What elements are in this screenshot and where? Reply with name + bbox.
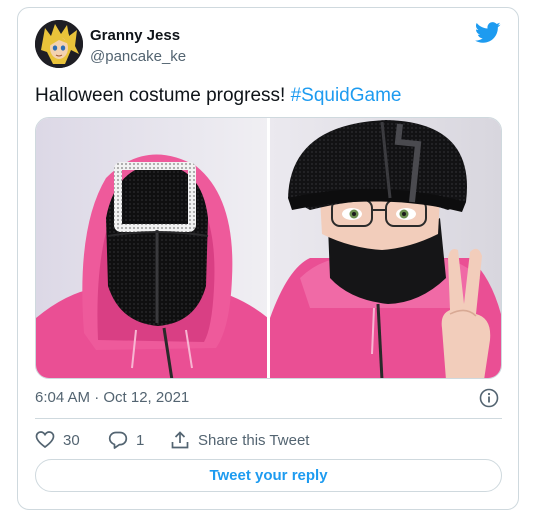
tweet-timestamp[interactable]: 6:04 AM · Oct 12, 2021 xyxy=(35,389,189,406)
photo-costume-wearer[interactable] xyxy=(269,118,501,378)
photo-masked-figure[interactable] xyxy=(36,118,267,378)
reply-button[interactable]: 1 xyxy=(108,429,144,451)
tweet-card: Granny Jess @pancake_ke Halloween costum… xyxy=(17,7,519,510)
twitter-bird-icon[interactable] xyxy=(475,22,501,44)
heart-icon xyxy=(35,431,55,449)
divider xyxy=(35,418,502,419)
info-icon[interactable] xyxy=(479,388,499,408)
reply-count: 1 xyxy=(136,431,145,449)
share-label: Share this Tweet xyxy=(198,431,310,449)
user-handle[interactable]: @pancake_ke xyxy=(90,48,186,65)
display-name[interactable]: Granny Jess xyxy=(90,27,180,44)
reply-icon xyxy=(108,431,128,449)
like-button[interactable]: 30 xyxy=(35,429,80,451)
hashtag-link[interactable]: #SquidGame xyxy=(291,85,402,106)
like-count: 30 xyxy=(63,431,80,449)
tweet-body: Halloween costume progress! xyxy=(35,85,291,106)
avatar[interactable] xyxy=(35,20,83,68)
tweet-text: Halloween costume progress! #SquidGame xyxy=(35,85,401,107)
tweet-media xyxy=(35,117,502,379)
tweet-your-reply-button[interactable]: Tweet your reply xyxy=(35,459,502,492)
share-icon xyxy=(171,431,189,449)
share-button[interactable]: Share this Tweet xyxy=(170,429,309,451)
